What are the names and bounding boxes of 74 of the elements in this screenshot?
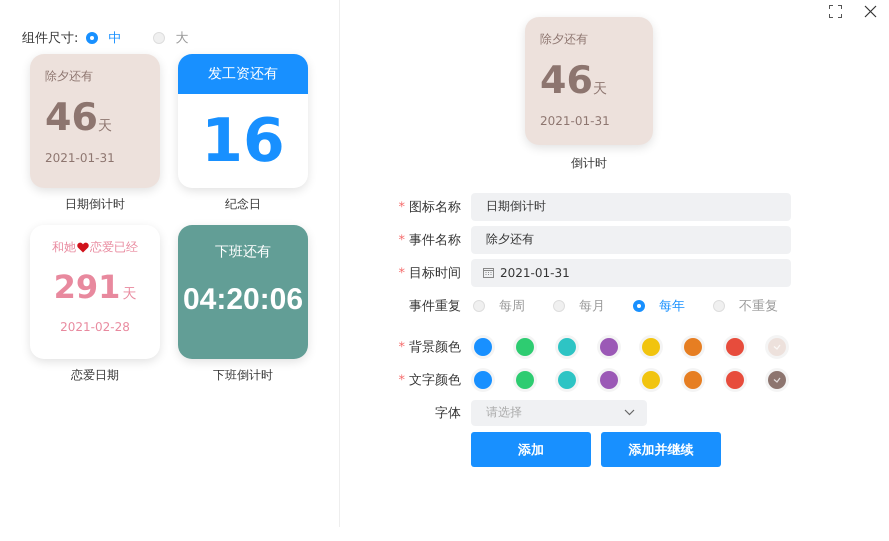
form-label: 事件重复 (409, 298, 461, 314)
time-count: 04:20:06 (182, 283, 304, 317)
heart-icon (77, 242, 89, 253)
color-swatch[interactable] (600, 338, 618, 356)
color-swatch[interactable] (516, 338, 534, 356)
form-label: 字体 (435, 406, 461, 420)
radio-option[interactable]: 不重复 (713, 296, 793, 314)
widget-date: 2021-02-28 (60, 320, 130, 334)
form-label: 图标名称 (409, 200, 461, 214)
day-count: 46 (540, 58, 593, 102)
required-mark: * (398, 232, 405, 248)
radio-option[interactable]: 每年 (633, 296, 713, 314)
add-continue-button[interactable]: 添加并继续 (601, 432, 721, 467)
font-select[interactable]: 请选择 (471, 400, 647, 426)
color-swatch[interactable] (600, 370, 618, 388)
widget-caption: 恋爱日期 (71, 367, 119, 384)
timer-card[interactable]: 下班还有 04:20:06 (178, 225, 308, 359)
date-field[interactable]: 2021-01-31 (471, 258, 791, 286)
color-swatch[interactable] (642, 370, 660, 388)
form-label: 事件名称 (409, 232, 461, 248)
size-label: 组件尺寸: (22, 30, 78, 47)
countdown-card[interactable]: 除夕还有 46天 2021-01-31 (30, 54, 160, 188)
fullscreen-icon[interactable] (829, 5, 842, 18)
calendar-card[interactable]: 发工资还有 16 (178, 54, 308, 188)
required-mark: * (398, 200, 405, 214)
radio-option[interactable]: 中 (86, 29, 122, 47)
color-swatch[interactable] (558, 338, 576, 356)
color-swatch[interactable] (726, 370, 744, 388)
color-swatch[interactable] (768, 338, 786, 356)
color-swatch[interactable] (684, 370, 702, 388)
calendar-icon (483, 267, 494, 278)
calendar-header: 发工资还有 (178, 54, 308, 94)
required-mark: * (398, 340, 405, 354)
widget-title: 和她 (52, 239, 76, 256)
form-label: 文字颜色 (409, 372, 461, 388)
day-count: 16 (200, 105, 286, 178)
required-mark: * (398, 266, 405, 280)
widget-date: 2021-01-31 (540, 114, 611, 128)
icon-name-field[interactable]: 日期倒计时 (471, 192, 791, 220)
day-count: 46 (45, 95, 98, 139)
color-swatch[interactable] (642, 338, 660, 356)
required-mark: * (398, 372, 405, 388)
color-swatch[interactable] (684, 338, 702, 356)
color-swatch[interactable] (516, 370, 534, 388)
add-button[interactable]: 添加 (471, 432, 591, 467)
radio-icon[interactable] (633, 300, 645, 312)
color-swatch[interactable] (474, 338, 492, 356)
day-unit: 天 (592, 80, 607, 98)
preview-caption: 倒计时 (571, 155, 607, 172)
widget-caption: 下班倒计时 (213, 367, 273, 384)
color-swatch[interactable] (726, 338, 744, 356)
widget-date: 2021-01-31 (45, 151, 116, 165)
day-unit: 天 (122, 285, 136, 303)
chevron-down-icon (624, 409, 635, 416)
radio-option[interactable]: 每月 (553, 296, 633, 314)
form-label: 目标时间 (409, 266, 461, 280)
widget-title: 下班还有 (215, 243, 271, 261)
radio-option[interactable]: 每周 (473, 296, 553, 314)
widget-title: 除夕还有 (540, 31, 589, 48)
form-label: 背景颜色 (409, 340, 461, 354)
color-swatch[interactable] (558, 370, 576, 388)
widget-caption: 纪念日 (225, 196, 261, 213)
event-name-field[interactable]: 除夕还有 (471, 226, 791, 254)
radio-option[interactable]: 大 (153, 29, 188, 47)
color-swatch[interactable] (768, 370, 786, 388)
day-count: 291 (54, 268, 120, 306)
widget-title: 除夕还有 (45, 68, 94, 85)
day-unit: 天 (98, 117, 112, 135)
love-card[interactable]: 和她 恋爱已经 291 天 2021-02-28 (30, 225, 160, 359)
radio-icon[interactable] (86, 32, 98, 44)
close-icon[interactable] (864, 5, 877, 18)
widget-caption: 日期倒计时 (65, 196, 125, 213)
color-swatch[interactable] (474, 370, 492, 388)
widget-title: 恋爱已经 (90, 239, 138, 256)
